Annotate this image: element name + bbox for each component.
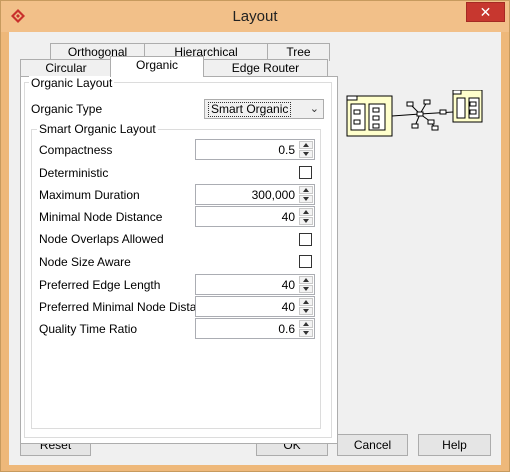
window-title: Layout	[232, 8, 278, 25]
dialog-client: Orthogonal Hierarchical Tree Circular Or…	[9, 32, 501, 465]
deterministic-label: Deterministic	[39, 166, 109, 180]
close-button[interactable]: ✕	[466, 2, 505, 22]
smart-organic-layout-group-title: Smart Organic Layout	[37, 122, 158, 136]
node-overlaps-allowed-label: Node Overlaps Allowed	[39, 232, 164, 246]
preview-right-container	[452, 90, 483, 123]
compactness-value: 0.5	[278, 143, 295, 157]
cancel-button[interactable]: Cancel	[337, 434, 408, 456]
organic-type-value: Smart Organic	[208, 102, 292, 117]
organic-layout-group-title: Organic Layout	[29, 76, 115, 90]
spin-down-icon[interactable]	[299, 329, 313, 337]
layout-dialog: Layout ✕ Orthogonal Hierarchical Tree Ci…	[0, 0, 510, 472]
maximum-duration-spinner[interactable]: 300,000	[195, 184, 315, 205]
spin-up-icon[interactable]	[299, 298, 313, 306]
tab-label: Circular	[45, 61, 87, 75]
preferred-edge-length-label: Preferred Edge Length	[39, 278, 161, 292]
preferred-minimal-node-distance-label: Preferred Minimal Node Distance	[39, 300, 216, 314]
tab-label: Edge Router	[231, 61, 300, 75]
preview-left-container	[346, 95, 393, 137]
maximum-duration-label: Maximum Duration	[39, 188, 140, 202]
spin-down-icon[interactable]	[299, 307, 313, 315]
organic-type-select[interactable]: Smart Organic ⌄	[204, 99, 324, 119]
quality-time-ratio-spinner[interactable]: 0.6	[195, 318, 315, 339]
spin-down-icon[interactable]	[299, 195, 313, 203]
spin-up-icon[interactable]	[299, 276, 313, 284]
tab-organic[interactable]: Organic	[110, 56, 204, 77]
title-bar[interactable]: Layout ✕	[1, 1, 509, 32]
layout-preview-diagram	[346, 90, 483, 137]
spin-up-icon[interactable]	[299, 186, 313, 194]
spin-up-icon[interactable]	[299, 320, 313, 328]
spin-up-icon[interactable]	[299, 208, 313, 216]
node-overlaps-allowed-checkbox[interactable]	[299, 233, 312, 246]
close-icon: ✕	[479, 4, 492, 20]
preferred-minimal-node-distance-spinner[interactable]: 40	[195, 296, 315, 317]
help-button[interactable]: Help	[418, 434, 491, 456]
spin-down-icon[interactable]	[299, 217, 313, 225]
tab-label: Tree	[286, 45, 311, 59]
organic-tab-panel: Organic Layout Organic Type Smart Organi…	[20, 76, 338, 444]
deterministic-checkbox[interactable]	[299, 166, 312, 179]
compactness-label: Compactness	[39, 143, 113, 157]
spin-down-icon[interactable]	[299, 285, 313, 293]
tab-edge-router[interactable]: Edge Router	[203, 59, 328, 77]
tab-label: Organic	[135, 58, 179, 72]
tab-circular[interactable]: Circular	[20, 59, 112, 77]
compactness-spinner[interactable]: 0.5	[195, 139, 315, 160]
organic-type-label: Organic Type	[31, 102, 103, 116]
spin-up-icon[interactable]	[299, 141, 313, 149]
quality-time-ratio-label: Quality Time Ratio	[39, 322, 138, 336]
node-size-aware-label: Node Size Aware	[39, 255, 131, 269]
minimal-node-distance-label: Minimal Node Distance	[39, 210, 163, 224]
chevron-down-icon: ⌄	[309, 103, 319, 115]
spin-down-icon[interactable]	[299, 150, 313, 158]
maximum-duration-value: 300,000	[251, 188, 295, 202]
preferred-edge-length-spinner[interactable]: 40	[195, 274, 315, 295]
preferred-minimal-node-distance-value: 40	[281, 300, 295, 314]
node-size-aware-checkbox[interactable]	[299, 255, 312, 268]
minimal-node-distance-value: 40	[281, 210, 295, 224]
minimal-node-distance-spinner[interactable]: 40	[195, 206, 315, 227]
quality-time-ratio-value: 0.6	[278, 322, 295, 336]
preferred-edge-length-value: 40	[281, 278, 295, 292]
